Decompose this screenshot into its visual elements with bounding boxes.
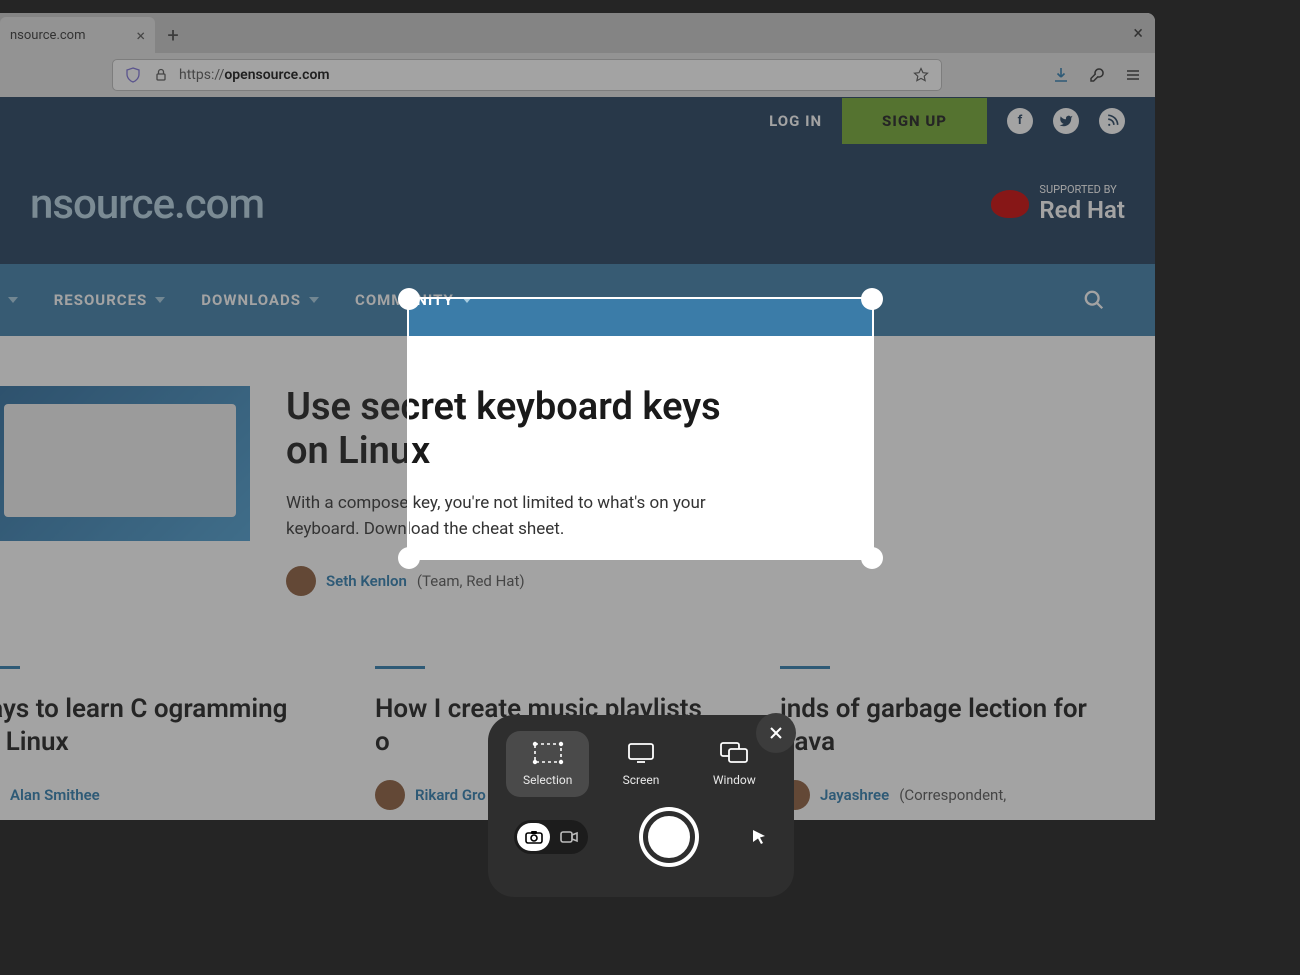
screenshot-close-button[interactable] bbox=[756, 713, 796, 753]
author-link[interactable]: Rikard Gro bbox=[415, 786, 486, 804]
mode-label: Selection bbox=[523, 773, 572, 787]
main-nav: ES RESOURCES DOWNLOADS COMMUNITY bbox=[0, 264, 1155, 336]
signup-button[interactable]: SIGN UP bbox=[842, 98, 987, 144]
bookmark-star-icon[interactable] bbox=[911, 65, 931, 85]
mode-screen[interactable]: Screen bbox=[599, 731, 682, 797]
chevron-down-icon bbox=[155, 297, 165, 303]
site-logo[interactable]: nsource.com bbox=[30, 180, 264, 229]
video-toggle[interactable] bbox=[552, 823, 585, 851]
site-banner: nsource.com SUPPORTED BY Red Hat bbox=[0, 144, 1155, 264]
window-mode-icon bbox=[717, 741, 751, 765]
chevron-down-icon bbox=[462, 297, 472, 303]
screen-mode-icon bbox=[624, 741, 658, 765]
author-link[interactable]: Jayashree bbox=[820, 786, 889, 804]
browser-window: nsource.com × + × https://opensource.com bbox=[0, 13, 1155, 820]
nav-item-3[interactable]: COMMUNITY bbox=[355, 291, 472, 309]
search-icon[interactable] bbox=[1083, 289, 1105, 311]
accent-bar bbox=[780, 666, 830, 669]
tab-title: nsource.com bbox=[10, 28, 86, 43]
author-link[interactable]: Alan Smithee bbox=[10, 786, 100, 804]
browser-tab[interactable]: nsource.com × bbox=[0, 17, 155, 53]
facebook-icon[interactable]: f bbox=[1007, 108, 1033, 134]
twitter-icon[interactable] bbox=[1053, 108, 1079, 134]
article-card: inds of garbage lection for Java Jayashr… bbox=[780, 666, 1125, 810]
toolbar: https://opensource.com bbox=[0, 53, 1155, 97]
url-bar[interactable]: https://opensource.com bbox=[112, 59, 942, 91]
nav-item-2[interactable]: DOWNLOADS bbox=[201, 291, 319, 309]
hero-description: With a compose key, you're not limited t… bbox=[286, 491, 746, 542]
downloads-icon[interactable] bbox=[1051, 65, 1071, 85]
nav-item-1[interactable]: RESOURCES bbox=[54, 291, 166, 309]
mode-label: Screen bbox=[623, 773, 660, 787]
nav-item-0[interactable]: ES bbox=[0, 291, 18, 309]
author-link[interactable]: Seth Kenlon bbox=[326, 572, 407, 590]
rss-icon[interactable] bbox=[1099, 108, 1125, 134]
hamburger-menu-icon[interactable] bbox=[1123, 65, 1143, 85]
hero-image[interactable] bbox=[0, 386, 250, 541]
page-content: LOG IN SIGN UP f nsource.com SUPPORTED B… bbox=[0, 97, 1155, 820]
new-tab-button[interactable]: + bbox=[155, 17, 191, 53]
window-close-icon[interactable]: × bbox=[1133, 23, 1143, 44]
hero-title[interactable]: Use secret keyboard keys on Linux bbox=[286, 386, 766, 473]
avatar[interactable] bbox=[286, 566, 316, 596]
author-meta: (Team, Red Hat) bbox=[417, 572, 525, 590]
card-title[interactable]: ways to learn C ogramming on Linux bbox=[0, 693, 315, 758]
tab-bar: nsource.com × + × bbox=[0, 13, 1155, 53]
show-pointer-toggle[interactable] bbox=[750, 828, 768, 846]
redhat-hat-icon bbox=[991, 190, 1029, 218]
capture-type-toggle[interactable] bbox=[514, 820, 588, 854]
sponsor-small: SUPPORTED BY bbox=[1039, 183, 1125, 196]
article-card: ways to learn C ogramming on Linux Alan … bbox=[0, 666, 315, 810]
sponsor-badge[interactable]: SUPPORTED BY Red Hat bbox=[991, 183, 1125, 225]
lock-icon[interactable] bbox=[151, 65, 171, 85]
accent-bar bbox=[0, 666, 20, 669]
devtools-icon[interactable] bbox=[1087, 65, 1107, 85]
hero-article: Use secret keyboard keys on Linux With a… bbox=[0, 386, 1125, 596]
top-nav: LOG IN SIGN UP f bbox=[0, 97, 1155, 144]
avatar[interactable] bbox=[375, 780, 405, 810]
photo-toggle[interactable] bbox=[517, 823, 550, 851]
mode-label: Window bbox=[713, 773, 756, 787]
sponsor-big: Red Hat bbox=[1039, 196, 1125, 225]
screenshot-panel: Selection Screen Window bbox=[488, 715, 794, 897]
login-link[interactable]: LOG IN bbox=[769, 112, 822, 130]
capture-button[interactable] bbox=[643, 811, 695, 863]
card-title[interactable]: inds of garbage lection for Java bbox=[780, 693, 1125, 758]
selection-mode-icon bbox=[531, 741, 565, 765]
shield-icon[interactable] bbox=[123, 65, 143, 85]
chevron-down-icon bbox=[309, 297, 319, 303]
accent-bar bbox=[375, 666, 425, 669]
mode-selection[interactable]: Selection bbox=[506, 731, 589, 797]
chevron-down-icon bbox=[8, 297, 18, 303]
author-meta: (Correspondent, bbox=[899, 786, 1006, 804]
url-text: https://opensource.com bbox=[179, 67, 903, 83]
tab-close-icon[interactable]: × bbox=[136, 26, 145, 45]
